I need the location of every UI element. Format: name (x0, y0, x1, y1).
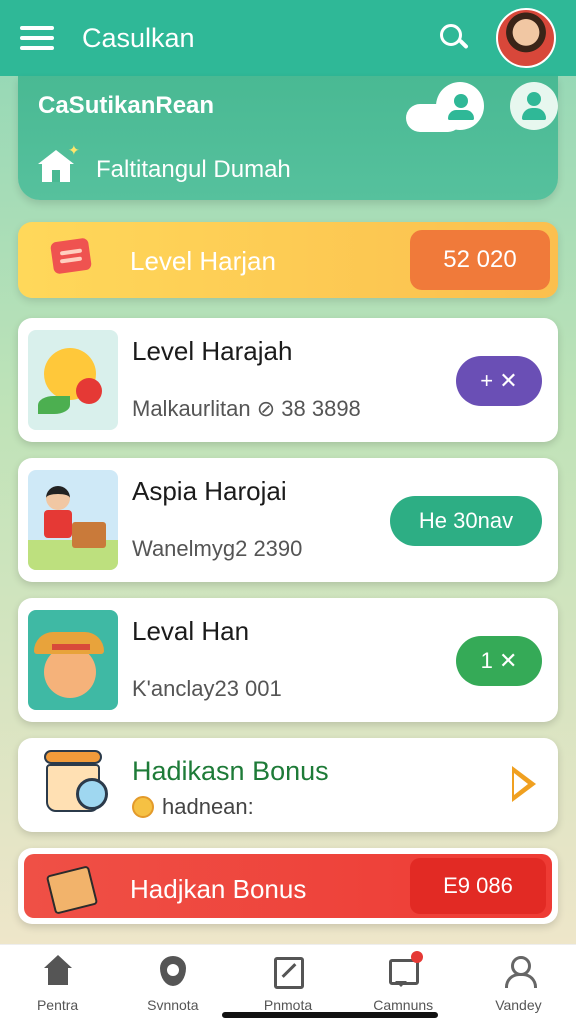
card-subtitle: Malkaurlitan ⊘ 38 3898 (132, 396, 361, 421)
card-action-button[interactable]: He 30nav (390, 496, 542, 546)
level-banner-label: Level Harjan (130, 246, 276, 276)
ticket-icon (45, 860, 102, 915)
profile-icon[interactable] (510, 82, 558, 130)
list-item[interactable]: Leval Han K'anclay23 001 1 ✕ (18, 598, 558, 722)
bonus-banner-value[interactable]: E9 086 (410, 858, 546, 914)
card-subtitle: Wanelmyg2 2390 (132, 536, 303, 561)
sun-illustration-icon (28, 330, 118, 430)
shield-icon (157, 955, 189, 987)
bonus-card[interactable]: Hadikasn Bonus hadnean: (18, 738, 558, 832)
list-item[interactable]: Aspia Harojai Wanelmyg2 2390 He 30nav (18, 458, 558, 582)
nav-label: Vandey (495, 997, 542, 1013)
card-title: Leval Han (132, 616, 250, 646)
nav-item-shield[interactable]: Svnnota (115, 945, 230, 1024)
card-action-button[interactable]: + ✕ (456, 356, 542, 406)
card-action-button[interactable]: 1 ✕ (456, 636, 542, 686)
boy-illustration-icon (28, 470, 118, 570)
app-title: Casulkan (82, 22, 195, 53)
nav-item-home[interactable]: Pentra (0, 945, 115, 1024)
user-icon (502, 955, 538, 988)
level-banner-value[interactable]: 52 020 (410, 230, 550, 290)
bonus-title: Hadikasn Bonus (132, 756, 329, 786)
bonus-subtitle: hadnean: (162, 794, 254, 819)
notification-badge (411, 951, 424, 963)
chat-icon (387, 951, 424, 987)
top-app-bar: Casulkan (0, 0, 576, 76)
card-title: Level Harajah (132, 336, 293, 366)
card-title: Aspia Harojai (132, 476, 287, 506)
bonus-banner[interactable]: Hadjkan Bonus E9 086 (18, 848, 558, 924)
jar-icon (38, 750, 110, 820)
house-icon: ✦ (38, 142, 80, 184)
header-title: CaSutikanRean (38, 92, 215, 119)
flag-icon (48, 237, 98, 278)
home-indicator[interactable] (222, 1012, 438, 1018)
nav-label: Camnuns (373, 997, 434, 1013)
avatar[interactable] (496, 8, 556, 68)
bonus-banner-label: Hadjkan Bonus (130, 874, 307, 904)
nav-label: Pnmota (263, 997, 313, 1013)
header-card: CaSutikanRean ✦ Faltitangul Dumah (18, 76, 558, 200)
bonus-banner-body: Hadjkan Bonus E9 086 (24, 854, 552, 918)
nav-item-user[interactable]: Vandey (461, 945, 576, 1024)
nav-label: Pentra (36, 997, 79, 1013)
chevron-right-icon[interactable] (512, 766, 536, 802)
cloud-user-icon[interactable] (406, 80, 498, 136)
home-icon (42, 955, 74, 987)
hat-illustration-icon (28, 610, 118, 710)
coin-icon (132, 796, 154, 818)
list-item[interactable]: Level Harajah Malkaurlitan ⊘ 38 3898 + ✕ (18, 318, 558, 442)
card-subtitle: K'anclay23 001 (132, 676, 282, 701)
edit-icon (272, 955, 304, 989)
bonus-subtitle-row: hadnean: (132, 794, 254, 820)
menu-icon[interactable] (20, 26, 54, 50)
level-banner[interactable]: Level Harjan 52 020 (18, 222, 558, 298)
search-icon[interactable] (434, 18, 474, 58)
nav-label: Svnnota (147, 997, 199, 1013)
header-subtitle: Faltitangul Dumah (96, 156, 291, 183)
